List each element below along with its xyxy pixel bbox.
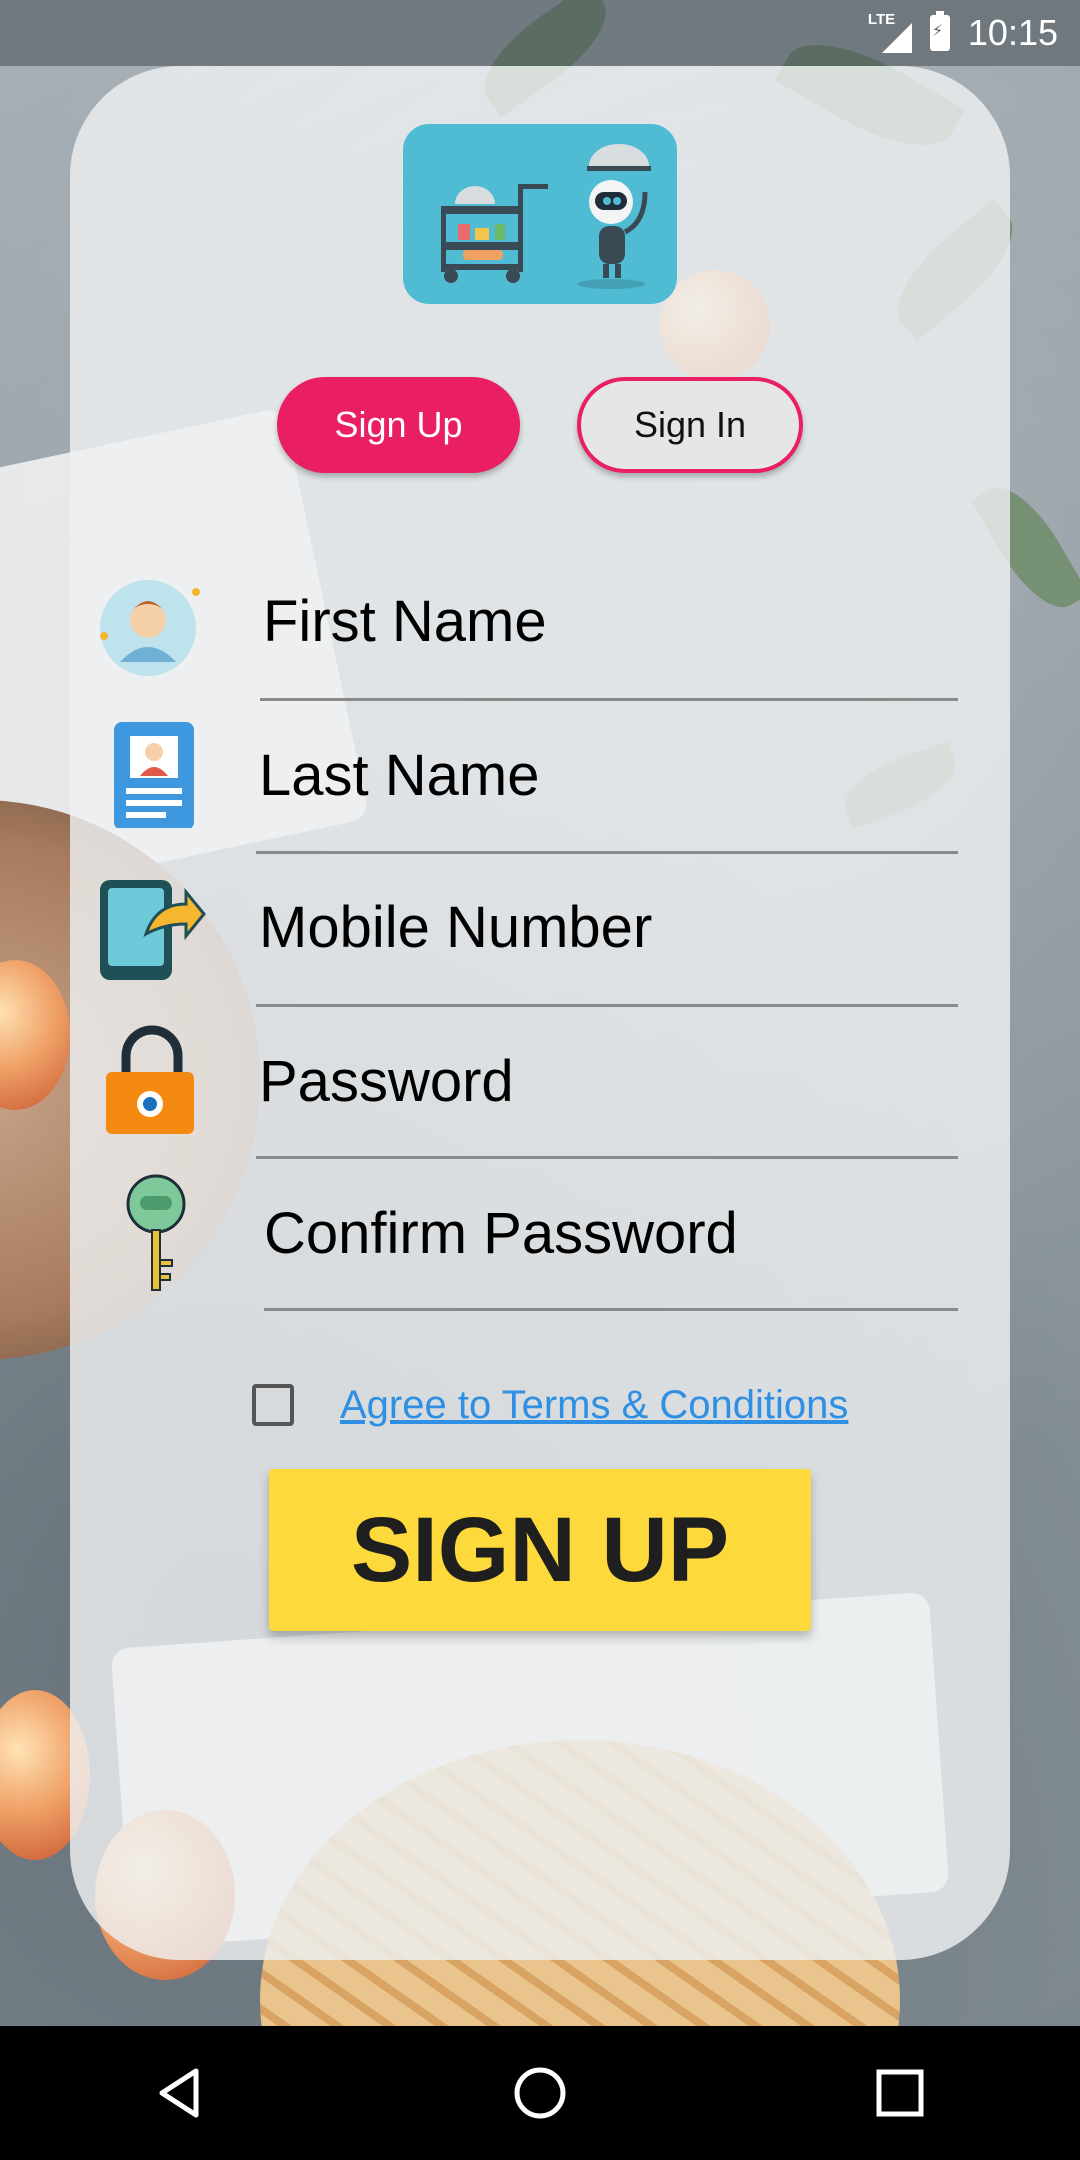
last-name-label: Last Name — [259, 743, 540, 808]
confirm-password-field[interactable]: Confirm Password — [90, 1172, 970, 1324]
key-icon — [96, 1174, 206, 1291]
confirm-password-label: Confirm Password — [264, 1201, 738, 1266]
padlock-icon — [96, 1024, 206, 1134]
robot-waiter-cart-logo — [441, 144, 651, 289]
tab-sign-in[interactable]: Sign In — [577, 377, 803, 473]
first-name-label: First Name — [263, 589, 547, 654]
password-label: Password — [259, 1049, 514, 1114]
id-card-icon — [96, 718, 206, 830]
recents-icon[interactable] — [855, 2048, 945, 2138]
last-name-underline — [256, 851, 958, 854]
signal-icon: LTE — [866, 11, 912, 53]
home-icon[interactable] — [495, 2048, 585, 2138]
mobile-number-underline — [256, 1004, 958, 1007]
mobile-number-field[interactable]: Mobile Number — [90, 866, 970, 1018]
password-field[interactable]: Password — [90, 1020, 970, 1172]
person-avatar-icon — [96, 570, 206, 680]
battery-charging-icon — [929, 11, 950, 51]
clock: 10:15 — [967, 12, 1058, 53]
mobile-number-label: Mobile Number — [259, 895, 653, 960]
confirm-password-underline — [264, 1308, 958, 1311]
terms-row: Agree to Terms & Conditions — [252, 1378, 848, 1432]
status-bar: LTE 10:15 — [0, 0, 1080, 66]
app-logo — [403, 124, 677, 304]
terms-checkbox[interactable] — [252, 1384, 294, 1426]
phone-forward-icon — [96, 874, 206, 984]
tab-sign-up[interactable]: Sign Up — [277, 377, 520, 473]
first-name-underline — [260, 698, 958, 701]
last-name-field[interactable]: Last Name — [90, 714, 970, 866]
password-underline — [256, 1156, 958, 1159]
sign-up-button[interactable]: SIGN UP — [269, 1469, 811, 1631]
navigation-bar — [0, 2026, 1080, 2160]
back-icon[interactable] — [135, 2048, 225, 2138]
first-name-field[interactable]: First Name — [90, 560, 970, 712]
terms-link[interactable]: Agree to Terms & Conditions — [340, 1383, 848, 1428]
